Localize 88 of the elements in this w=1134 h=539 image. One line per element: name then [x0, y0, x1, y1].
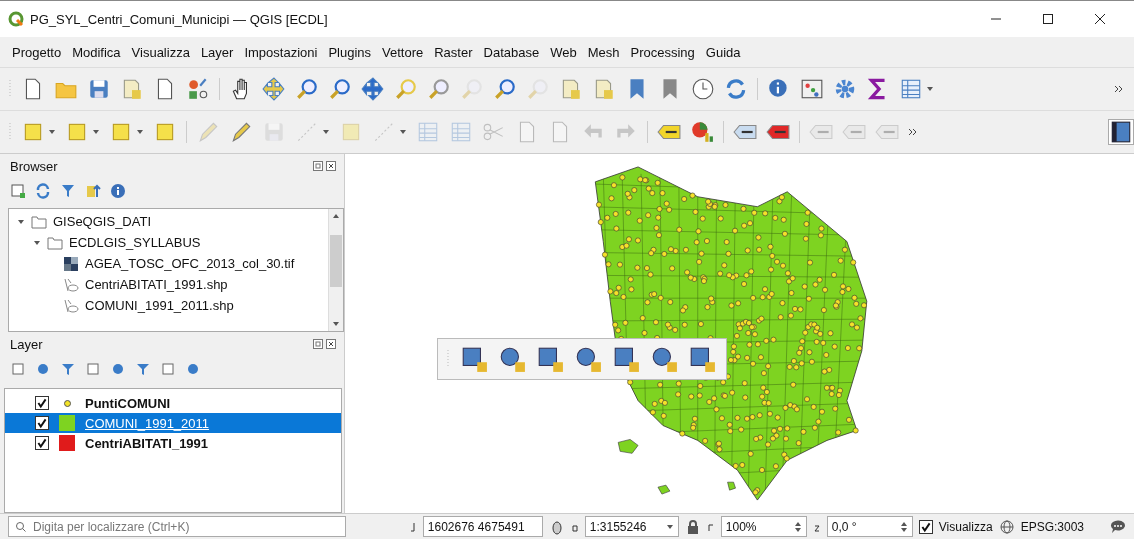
- scroll-down-icon[interactable]: [332, 321, 340, 327]
- folder-icon: [47, 234, 63, 251]
- caret-icon[interactable]: [665, 522, 674, 531]
- panel-title: Layer: [10, 336, 43, 352]
- zoom-out-icon[interactable]: [328, 77, 352, 101]
- coordinate-field[interactable]: 1602676 4675491: [422, 516, 543, 537]
- island-shape: [617, 439, 639, 454]
- app-logo-icon: [8, 11, 24, 27]
- tree-item[interactable]: AGEA_TOSC_OFC_2013_col_30.tif: [85, 256, 295, 271]
- zoom-in-icon[interactable]: [295, 77, 319, 101]
- menu-item[interactable]: Web: [550, 44, 577, 60]
- vector-layer-icon: [63, 276, 79, 293]
- zoom-full-icon[interactable]: [361, 77, 385, 101]
- float-panel-icon[interactable]: [313, 161, 323, 171]
- layer-row[interactable]: COMUNI_1991_2011: [5, 413, 341, 433]
- render-label[interactable]: Visualizza: [938, 519, 993, 534]
- help-book-icon[interactable]: [1108, 119, 1134, 145]
- layer-row[interactable]: PuntiCOMUNI: [5, 393, 341, 413]
- panel-title: Browser: [10, 158, 58, 174]
- expand-arrow-icon[interactable]: [17, 217, 25, 226]
- refresh-icon[interactable]: [724, 77, 748, 101]
- caret-icon[interactable]: [48, 128, 56, 136]
- magnifier-icon[interactable]: [493, 77, 517, 101]
- tree-item[interactable]: COMUNI_1991_2011.shp: [85, 298, 234, 313]
- menu-item[interactable]: Plugins: [328, 44, 372, 60]
- caret-icon[interactable]: [926, 85, 934, 93]
- caret-icon[interactable]: [399, 128, 407, 136]
- caret-icon[interactable]: [92, 128, 100, 136]
- magnifier-spinbox[interactable]: 100%: [720, 516, 807, 537]
- magnifier-icon[interactable]: [427, 77, 451, 101]
- render-checkbox[interactable]: [918, 519, 933, 534]
- scrollbar[interactable]: [328, 209, 343, 331]
- tree-item[interactable]: CentriABITATI_1991.shp: [85, 277, 228, 292]
- folder-icon: [31, 213, 47, 230]
- globe-icon[interactable]: [998, 518, 1015, 535]
- close-icon[interactable]: [1094, 13, 1106, 25]
- expand-arrow-icon[interactable]: [33, 238, 41, 247]
- menu-item[interactable]: Vettore: [382, 44, 424, 60]
- scale-combo[interactable]: 1:3155246: [584, 516, 679, 537]
- menu-item[interactable]: Processing: [630, 44, 695, 60]
- island-shape: [657, 484, 671, 495]
- caret-icon[interactable]: [322, 128, 330, 136]
- close-panel-icon[interactable]: [326, 161, 336, 171]
- close-panel-icon[interactable]: [326, 339, 336, 349]
- layer-checkbox[interactable]: [35, 416, 49, 430]
- search-icon: [15, 521, 27, 533]
- menu-item[interactable]: Progetto: [12, 44, 62, 60]
- rotation-spinbox[interactable]: 0,0 °: [826, 516, 913, 537]
- clock-icon[interactable]: [691, 77, 715, 101]
- window-title: PG_SYL_Centri_Comuni_Municipi — QGIS [ECDL]: [30, 11, 328, 27]
- table-icon[interactable]: [899, 77, 923, 101]
- island-shape: [727, 481, 736, 491]
- chart-icon[interactable]: [690, 120, 714, 144]
- maximize-icon[interactable]: [1042, 13, 1054, 25]
- menu-item[interactable]: Guida: [705, 44, 741, 60]
- save-icon[interactable]: [87, 77, 111, 101]
- menu-item[interactable]: Impostazioni: [244, 44, 318, 60]
- gear-icon[interactable]: [833, 77, 857, 101]
- tree-item[interactable]: ECDLGIS_SYLLABUS: [69, 235, 201, 250]
- raster-icon: [63, 255, 79, 272]
- layer-name: COMUNI_1991_2011: [85, 415, 210, 431]
- pan-icon[interactable]: [262, 77, 286, 101]
- pencil-icon[interactable]: [229, 120, 253, 144]
- refresh-icon[interactable]: [35, 183, 51, 199]
- menu-item[interactable]: Modifica: [72, 44, 121, 60]
- layer-name: CentriABITATI_1991: [85, 435, 209, 451]
- menu-item[interactable]: Layer: [200, 44, 234, 60]
- layer-name: PuntiCOMUNI: [85, 395, 171, 411]
- spin-arrows-icon[interactable]: [793, 520, 802, 533]
- menu-item[interactable]: Mesh: [587, 44, 620, 60]
- caret-icon[interactable]: [136, 128, 144, 136]
- menu-item[interactable]: Raster: [434, 44, 473, 60]
- chevrons-icon[interactable]: [908, 127, 918, 137]
- info-icon[interactable]: [110, 183, 126, 199]
- crs-button[interactable]: EPSG:3003: [1020, 519, 1084, 534]
- menu-item[interactable]: Database: [483, 44, 540, 60]
- layer-checkbox[interactable]: [35, 436, 49, 450]
- locator-search-field[interactable]: Digita per localizzare (Ctrl+K): [8, 516, 346, 537]
- messages-icon[interactable]: [1110, 518, 1126, 535]
- menu-item[interactable]: Visualizza: [131, 44, 190, 60]
- layer-checkbox[interactable]: [35, 396, 49, 410]
- layer-row[interactable]: CentriABITATI_1991: [5, 433, 341, 453]
- tree-item[interactable]: GISeQGIS_DATI: [53, 214, 151, 229]
- vector-layer-icon: [63, 297, 79, 314]
- spin-arrows-icon[interactable]: [899, 520, 908, 533]
- chevrons-icon[interactable]: [1114, 84, 1124, 94]
- float-panel-icon[interactable]: [313, 339, 323, 349]
- scroll-up-icon[interactable]: [332, 213, 340, 219]
